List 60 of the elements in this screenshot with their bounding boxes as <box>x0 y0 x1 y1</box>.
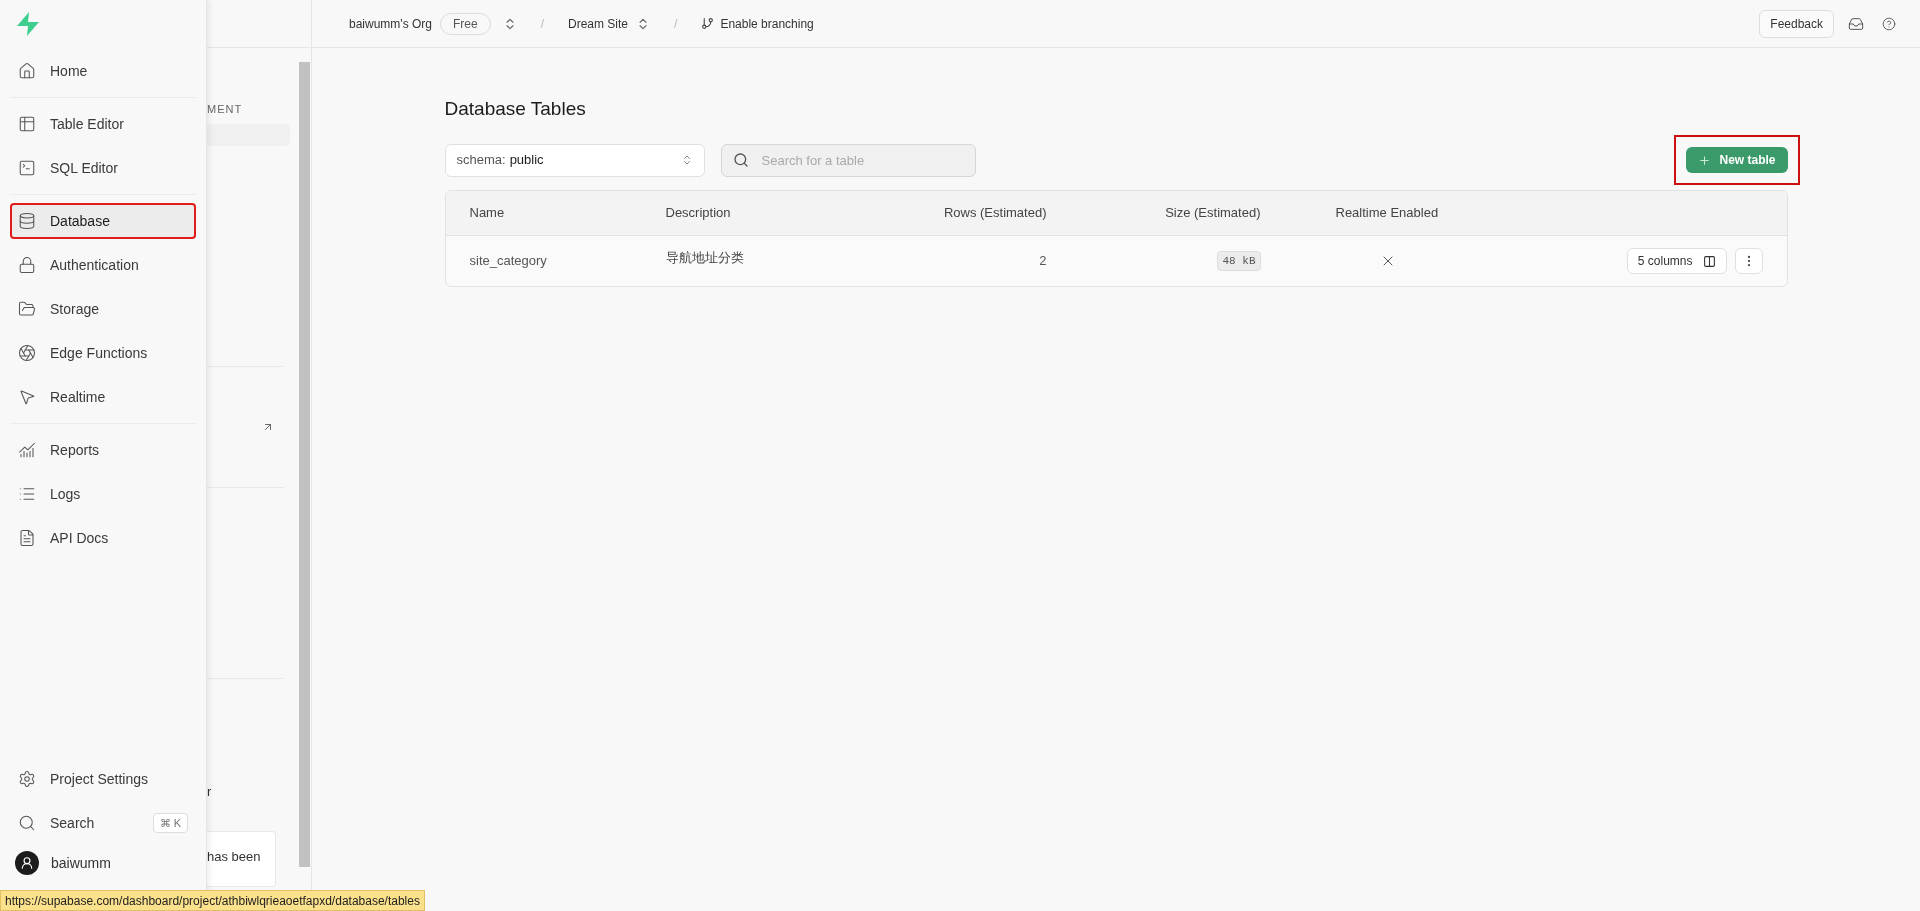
aperture-icon <box>18 344 36 362</box>
scrollbar-thumb[interactable] <box>299 62 310 867</box>
feedback-button[interactable]: Feedback <box>1759 9 1834 38</box>
shortcut-key: ⌘ K <box>152 812 188 834</box>
search-label[interactable]: Search <box>50 812 139 834</box>
folder-icon <box>18 300 36 318</box>
arrow-up-right-icon[interactable] <box>262 421 274 433</box>
nav-item[interactable]: Logs <box>10 476 196 512</box>
chart-icon <box>18 441 36 459</box>
nav-item[interactable]: Edge Functions <box>10 335 196 371</box>
column-header: Rows (Estimated) <box>942 204 1047 223</box>
nav-item[interactable]: Storage <box>10 291 196 327</box>
breadcrumb-separator: / <box>540 15 544 33</box>
nav-item[interactable]: Reports <box>10 432 196 468</box>
panel-text: r <box>207 782 213 801</box>
database-icon <box>18 212 36 230</box>
size-badge: 48 kB <box>1217 250 1261 272</box>
nav-item[interactable]: Database <box>10 203 196 239</box>
list-icon <box>18 485 36 503</box>
column-header: Name <box>468 204 506 223</box>
user-name: baiwumm <box>51 853 111 873</box>
nav-item[interactable]: Authentication <box>10 247 196 283</box>
nav-item[interactable]: SQL Editor <box>10 150 196 186</box>
table-cell-text: 导航地址分类 <box>665 249 745 268</box>
notice-text: has been <box>207 849 261 864</box>
column-header: Description <box>665 204 732 223</box>
columns-button[interactable]: 5 columns <box>1626 248 1727 274</box>
table-cell-text: site_category <box>468 252 548 271</box>
help-icon[interactable] <box>1882 16 1896 31</box>
settings-icon <box>18 770 36 788</box>
nav-item[interactable]: Table Editor <box>10 106 196 142</box>
schema-select[interactable]: schema: public <box>444 143 705 177</box>
columns-icon <box>1702 254 1716 268</box>
page-title: Database Tables <box>444 97 587 121</box>
nav-item[interactable]: Realtime <box>10 379 196 415</box>
pointer-icon <box>18 388 36 406</box>
home-icon <box>18 62 36 80</box>
nav-item[interactable]: Project Settings <box>10 761 196 797</box>
enable-branching-button[interactable]: Enable branching <box>701 14 814 33</box>
section-label: MENT <box>207 101 244 117</box>
search-icon <box>732 151 749 168</box>
nav-item[interactable]: API Docs <box>10 520 196 556</box>
breadcrumb-separator: / <box>674 15 678 33</box>
column-header: Size (Estimated) <box>1164 204 1261 223</box>
search-icon <box>18 814 36 832</box>
plus-icon <box>1698 153 1712 167</box>
search-field[interactable]: Search for a table <box>720 143 976 177</box>
branch-icon <box>701 17 715 30</box>
status-bar-url: https://supabase.com/dashboard/project/athbiwlqrieaoetfapxd/database/tables <box>0 890 425 911</box>
table-cell-text: 2 <box>1038 252 1047 271</box>
avatar-icon[interactable] <box>15 851 39 875</box>
terminal-icon <box>18 159 36 177</box>
document-icon <box>18 529 36 547</box>
column-header: Realtime Enabled <box>1334 204 1440 223</box>
project-name[interactable]: Dream Site <box>568 14 629 33</box>
table-icon <box>18 115 36 133</box>
lock-icon <box>18 256 36 274</box>
inbox-icon[interactable] <box>1848 15 1864 32</box>
org-name[interactable]: baiwumm's Org <box>349 14 432 33</box>
nav-item[interactable]: Home <box>10 53 196 89</box>
